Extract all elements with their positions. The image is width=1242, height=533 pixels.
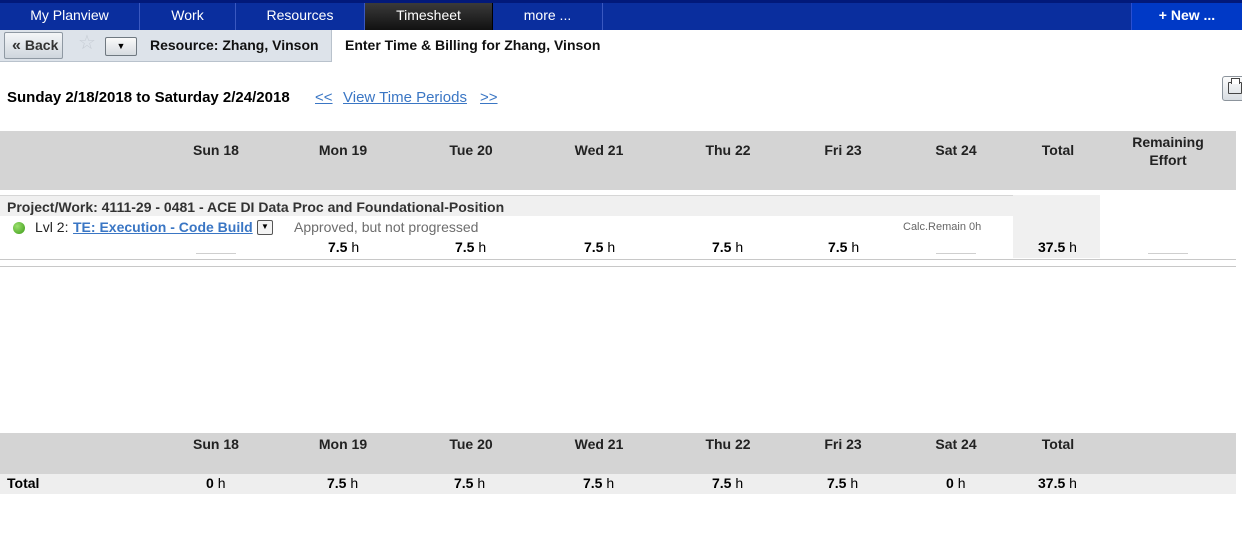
printer-icon [1228,78,1242,94]
thu-hours-cell[interactable]: 7.5 h [712,239,743,255]
column-header: Sun 18 Mon 19 Tue 20 Wed 21 Thu 22 Fri 2… [0,131,1236,190]
col-sun: Sun 18 [193,436,239,452]
col-thu: Thu 22 [705,142,751,158]
project-title: Project/Work: 4111-29 - 0481 - ACE DI Da… [7,199,505,215]
resource-label: Resource: Zhang, Vinson [150,37,319,53]
page-title-box: Enter Time & Billing for Zhang, Vinson [332,30,1242,62]
col-wed: Wed 21 [574,436,624,452]
col-thu: Thu 22 [705,436,751,452]
back-button[interactable]: «Back [4,32,63,59]
tab-resources[interactable]: Resources [236,3,365,30]
fri-hours-cell[interactable]: 7.5 h [828,239,859,255]
project-header-row: Project/Work: 4111-29 - 0481 - ACE DI Da… [0,195,1013,216]
col-sat: Sat 24 [935,436,977,452]
thu-total: 7.5 h [712,475,744,491]
sat-total: 0 h [946,475,966,491]
toolbar: «Back ☆ ▼ Resource: Zhang, Vinson Enter … [0,30,1242,62]
next-period-link[interactable]: >> [480,89,498,106]
new-button[interactable]: + New ... [1131,3,1242,30]
remaining-effort-field[interactable] [1148,253,1188,254]
task-status: Approved, but not progressed [294,219,479,235]
back-label: Back [24,37,59,53]
favorite-star-icon[interactable]: ☆ [78,30,96,55]
tue-hours-cell[interactable]: 7.5 h [455,239,486,255]
col-mon: Mon 19 [318,142,368,158]
level-label: Lvl 2: [35,219,69,235]
col-sun: Sun 18 [193,142,239,158]
col-total: Total [1041,142,1075,158]
totals-row: Total 0 h 7.5 h 7.5 h 7.5 h 7.5 h 7.5 h … [0,474,1236,494]
favorites-dropdown-button[interactable]: ▼ [105,37,137,56]
mon-hours-cell[interactable]: 7.5 h [328,239,359,255]
wed-hours-cell[interactable]: 7.5 h [584,239,615,255]
col-wed: Wed 21 [574,142,624,158]
wed-total: 7.5 h [583,475,615,491]
totals-label: Total [7,475,40,491]
totals-header: Sun 18 Mon 19 Tue 20 Wed 21 Thu 22 Fri 2… [0,433,1236,474]
grand-total: 37.5 h [1038,475,1077,491]
sun-entry-field[interactable] [196,253,236,254]
print-button[interactable] [1222,76,1242,101]
row-total-cell: 37.5 h [1038,239,1077,255]
col-sat: Sat 24 [935,142,977,158]
view-time-periods-link[interactable]: View Time Periods [343,89,467,106]
fri-total: 7.5 h [827,475,859,491]
col-tue: Tue 20 [449,142,493,158]
task-link[interactable]: TE: Execution - Code Build [73,219,253,235]
previous-period-link[interactable]: << [315,89,333,106]
page-title: Enter Time & Billing for Zhang, Vinson [345,37,601,53]
tab-timesheet[interactable]: Timesheet [365,3,493,30]
double-chevron-left-icon: « [12,37,21,54]
time-period-label: Sunday 2/18/2018 to Saturday 2/24/2018 [7,89,290,106]
calc-remain: Calc.Remain 0h [903,221,982,233]
sat-entry-field[interactable] [936,253,976,254]
top-nav: My Planview Work Resources Timesheet mor… [0,0,1242,30]
col-total: Total [1041,436,1075,452]
sun-total: 0 h [206,475,226,491]
tab-my-planview[interactable]: My Planview [0,3,140,30]
task-dropdown-button[interactable]: ▼ [257,220,273,235]
divider [0,259,1236,260]
col-fri: Fri 23 [824,436,862,452]
col-tue: Tue 20 [449,436,493,452]
col-remaining-effort: Remaining Effort [1132,134,1204,168]
status-green-icon [13,222,25,234]
mon-total: 7.5 h [327,475,359,491]
col-mon: Mon 19 [318,436,368,452]
tab-work[interactable]: Work [140,3,236,30]
col-fri: Fri 23 [824,142,862,158]
tab-more[interactable]: more ... [493,3,603,30]
tue-total: 7.5 h [454,475,486,491]
divider [0,266,1236,267]
